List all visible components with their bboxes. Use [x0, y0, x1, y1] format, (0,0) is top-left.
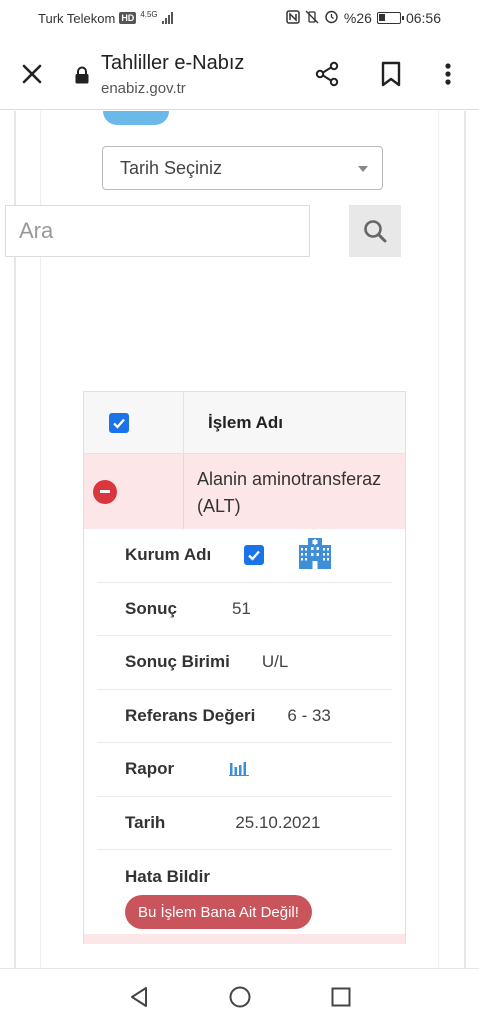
- home-button[interactable]: [225, 982, 255, 1012]
- home-circle-icon: [229, 986, 250, 1007]
- more-options-button[interactable]: [438, 60, 458, 88]
- detail-report: Rapor: [97, 743, 392, 797]
- detail-date: Tarih 25.10.2021: [97, 797, 392, 850]
- detail-institution: Kurum Adı: [97, 529, 392, 583]
- unit-label: Sonuç Birimi: [125, 652, 230, 672]
- table-header: İşlem Adı: [84, 391, 405, 454]
- minus-icon: [100, 490, 110, 493]
- back-triangle-icon: [130, 986, 147, 1007]
- status-bar: Turk Telekom HD 4.5G %26 06:56: [0, 0, 479, 36]
- check-icon: [112, 418, 125, 429]
- detail-result: Sonuç 51: [97, 583, 392, 636]
- table-row-partial[interactable]: [84, 934, 405, 944]
- share-button[interactable]: [313, 60, 341, 88]
- recents-button[interactable]: [326, 982, 356, 1012]
- building-icon[interactable]: [297, 535, 333, 576]
- report-error-label: Hata Bildir: [125, 867, 211, 886]
- header-name: İşlem Adı: [208, 412, 283, 432]
- page-content: Tarih Seçiniz İşlem Adı Alanin aminotran…: [0, 111, 479, 968]
- browser-header: Tahliller e-Nabız enabiz.gov.tr: [0, 36, 479, 110]
- result-value: 51: [231, 598, 251, 618]
- bookmark-button[interactable]: [379, 60, 403, 88]
- institution-label: Kurum Adı: [125, 545, 212, 565]
- network-type: 4.5G: [140, 9, 158, 19]
- signal-icon: [161, 12, 173, 24]
- report-label: Rapor: [125, 759, 175, 779]
- page-title: Tahliller e-Nabız: [101, 52, 245, 74]
- battery-icon: [376, 12, 404, 24]
- vibrate-icon: [305, 10, 319, 27]
- check-icon: [248, 550, 261, 561]
- detail-unit: Sonuç Birimi U/L: [97, 636, 392, 690]
- carrier-name: Turk Telekom: [38, 10, 116, 26]
- close-icon: [22, 64, 42, 84]
- results-table: İşlem Adı Alanin aminotransferaz (ALT) K…: [83, 391, 406, 944]
- not-mine-button[interactable]: Bu İşlem Bana Ait Değil!: [125, 895, 312, 929]
- row-toggle-cell: [84, 454, 184, 529]
- status-left: Turk Telekom HD 4.5G: [38, 9, 173, 26]
- share-icon: [315, 61, 339, 87]
- battery-percent: %26: [343, 10, 372, 26]
- recents-square-icon: [331, 987, 350, 1006]
- clock: 06:56: [405, 10, 441, 26]
- header-check-cell: [84, 392, 184, 453]
- lock-icon: [74, 66, 90, 84]
- date-select[interactable]: Tarih Seçiniz: [102, 146, 383, 190]
- unit-value: U/L: [261, 652, 289, 672]
- search-button[interactable]: [349, 205, 401, 257]
- back-button[interactable]: [124, 982, 154, 1012]
- alarm-icon: [324, 9, 339, 27]
- bar-chart-icon[interactable]: [229, 758, 250, 781]
- frame-border: [464, 111, 466, 968]
- system-nav-bar: [0, 968, 479, 1024]
- filter-button-partial[interactable]: [103, 111, 169, 125]
- search-icon: [364, 220, 387, 243]
- page-url[interactable]: enabiz.gov.tr: [101, 80, 186, 97]
- status-right: %26 06:56: [286, 9, 441, 27]
- search-input[interactable]: [5, 205, 310, 257]
- date-value: 25.10.2021: [235, 812, 321, 832]
- hd-badge: HD: [119, 12, 137, 24]
- nfc-icon: [286, 9, 300, 27]
- result-label: Sonuç: [125, 598, 177, 618]
- date-select-label: Tarih Seçiniz: [120, 157, 223, 178]
- institution-checkbox[interactable]: [244, 545, 265, 566]
- row-details: Kurum Adı Sonuç 51 Sonuç Birimi U/L Refe…: [84, 529, 405, 930]
- detail-reference: Referans Değeri 6 - 33: [97, 690, 392, 743]
- more-vertical-icon: [445, 63, 451, 85]
- date-label: Tarih: [125, 812, 166, 832]
- caret-down-icon: [358, 166, 368, 172]
- reference-value: 6 - 33: [287, 705, 331, 725]
- table-row[interactable]: Alanin aminotransferaz (ALT): [84, 454, 405, 529]
- bookmark-icon: [381, 61, 401, 87]
- reference-label: Referans Değeri: [125, 705, 256, 725]
- frame-border: [438, 111, 439, 968]
- select-all-checkbox[interactable]: [108, 412, 129, 433]
- row-test-name: Alanin aminotransferaz (ALT): [197, 469, 382, 516]
- collapse-button[interactable]: [93, 479, 117, 504]
- detail-report-error: Hata Bildir Bu İşlem Bana Ait Değil!: [97, 850, 392, 930]
- close-button[interactable]: [18, 60, 46, 88]
